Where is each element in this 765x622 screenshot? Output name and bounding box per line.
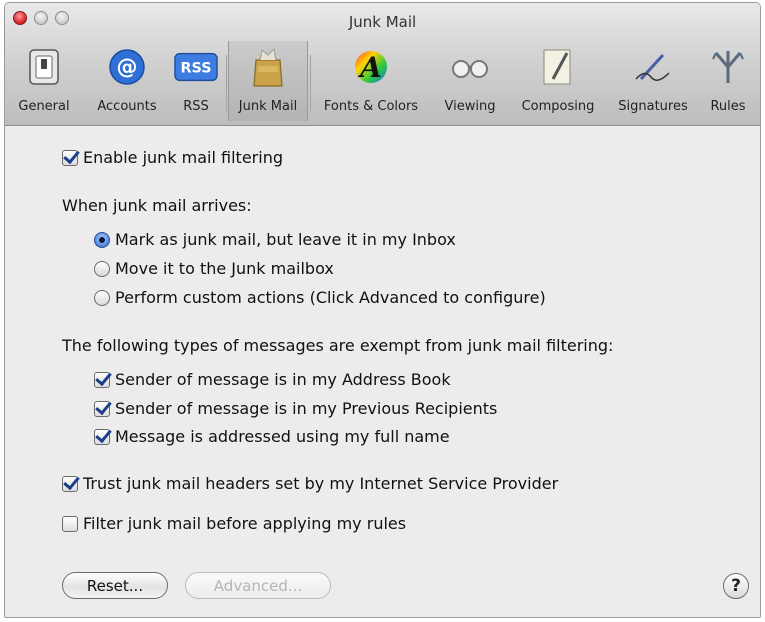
checkbox-checked[interactable] bbox=[62, 475, 78, 492]
exempt-full-name-label: Message is addressed using my full name bbox=[115, 427, 450, 446]
checkbox-checked[interactable] bbox=[94, 371, 110, 388]
radio-unselected[interactable] bbox=[94, 260, 110, 277]
radio-mark-as-junk[interactable]: Mark as junk mail, but leave it in my In… bbox=[94, 230, 456, 249]
rules-icon bbox=[706, 45, 750, 89]
tab-composing-label: Composing bbox=[521, 99, 595, 114]
tab-junk-mail[interactable]: Junk Mail bbox=[228, 41, 308, 121]
tab-rules[interactable]: Rules bbox=[700, 41, 756, 121]
composing-pen-icon bbox=[536, 45, 580, 89]
radio-custom-actions[interactable]: Perform custom actions (Click Advanced t… bbox=[94, 288, 546, 307]
arrival-heading: When junk mail arrives: bbox=[62, 196, 252, 215]
checkbox-unchecked[interactable] bbox=[62, 515, 78, 532]
exempt-address-book-label: Sender of message is in my Address Book bbox=[115, 370, 451, 389]
exempt-previous-recipients-checkbox[interactable]: Sender of message is in my Previous Reci… bbox=[94, 399, 497, 418]
tab-junk-mail-label: Junk Mail bbox=[238, 99, 298, 114]
signature-pen-icon bbox=[631, 45, 675, 89]
help-button[interactable]: ? bbox=[723, 573, 749, 599]
junk-mail-settings-panel: Enable junk mail filtering When junk mai… bbox=[5, 126, 760, 617]
rss-icon: RSS bbox=[174, 45, 218, 89]
reset-button[interactable]: Reset... bbox=[62, 572, 168, 599]
tab-viewing[interactable]: Viewing bbox=[435, 41, 505, 121]
filter-before-rules-checkbox[interactable]: Filter junk mail before applying my rule… bbox=[62, 514, 406, 533]
tab-general-label: General bbox=[18, 99, 70, 114]
tab-signatures-label: Signatures bbox=[618, 99, 688, 114]
tab-rss[interactable]: RSS RSS bbox=[171, 41, 221, 121]
tab-rules-label: Rules bbox=[710, 99, 746, 114]
radio-custom-actions-label: Perform custom actions (Click Advanced t… bbox=[115, 288, 546, 307]
radio-move-to-junk-label: Move it to the Junk mailbox bbox=[115, 259, 334, 278]
checkbox-checked[interactable] bbox=[94, 400, 110, 417]
enable-junk-filtering-checkbox[interactable]: Enable junk mail filtering bbox=[62, 148, 283, 167]
trust-isp-headers-label: Trust junk mail headers set by my Intern… bbox=[83, 474, 559, 493]
preferences-window: Junk Mail General @ Accounts RSS RSS Jun… bbox=[4, 2, 761, 618]
preferences-toolbar: General @ Accounts RSS RSS Junk Mail A F… bbox=[5, 41, 760, 121]
enable-junk-filtering-label: Enable junk mail filtering bbox=[83, 148, 283, 167]
viewing-glasses-icon bbox=[448, 45, 492, 89]
advanced-button[interactable]: Advanced... bbox=[185, 572, 331, 599]
exempt-full-name-checkbox[interactable]: Message is addressed using my full name bbox=[94, 427, 450, 446]
window-title: Junk Mail bbox=[348, 13, 417, 31]
tab-fonts-colors[interactable]: A Fonts & Colors bbox=[312, 41, 430, 121]
radio-unselected[interactable] bbox=[94, 289, 110, 306]
junk-mail-bag-icon bbox=[246, 45, 290, 89]
filter-before-rules-label: Filter junk mail before applying my rule… bbox=[83, 514, 407, 533]
tab-accounts-label: Accounts bbox=[97, 99, 157, 114]
tab-fonts-colors-label: Fonts & Colors bbox=[323, 99, 419, 114]
exempt-previous-recipients-label: Sender of message is in my Previous Reci… bbox=[115, 399, 498, 418]
at-sign-icon: @ bbox=[105, 45, 149, 89]
tab-accounts[interactable]: @ Accounts bbox=[87, 41, 167, 121]
radio-selected[interactable] bbox=[94, 231, 110, 248]
tab-signatures[interactable]: Signatures bbox=[610, 41, 696, 121]
checkbox-checked[interactable] bbox=[94, 428, 110, 445]
checkbox-checked[interactable] bbox=[62, 149, 78, 166]
radio-move-to-junk[interactable]: Move it to the Junk mailbox bbox=[94, 259, 334, 278]
svg-text:RSS: RSS bbox=[180, 61, 211, 77]
tab-composing[interactable]: Composing bbox=[510, 41, 606, 121]
toolbar-separator bbox=[226, 55, 227, 111]
svg-text:@: @ bbox=[117, 55, 138, 79]
toolbar-separator bbox=[310, 55, 311, 111]
general-switch-icon bbox=[22, 45, 66, 89]
exempt-heading: The following types of messages are exem… bbox=[62, 336, 614, 355]
svg-text:A: A bbox=[357, 51, 382, 84]
trust-isp-headers-checkbox[interactable]: Trust junk mail headers set by my Intern… bbox=[62, 474, 558, 493]
tab-rss-label: RSS bbox=[183, 99, 209, 114]
tab-viewing-label: Viewing bbox=[444, 99, 496, 114]
exempt-address-book-checkbox[interactable]: Sender of message is in my Address Book bbox=[94, 370, 451, 389]
title-bar: Junk Mail General @ Accounts RSS RSS Jun… bbox=[5, 3, 760, 126]
radio-mark-as-junk-label: Mark as junk mail, but leave it in my In… bbox=[115, 230, 456, 249]
fonts-colors-icon: A bbox=[349, 45, 393, 89]
tab-general[interactable]: General bbox=[7, 41, 81, 121]
